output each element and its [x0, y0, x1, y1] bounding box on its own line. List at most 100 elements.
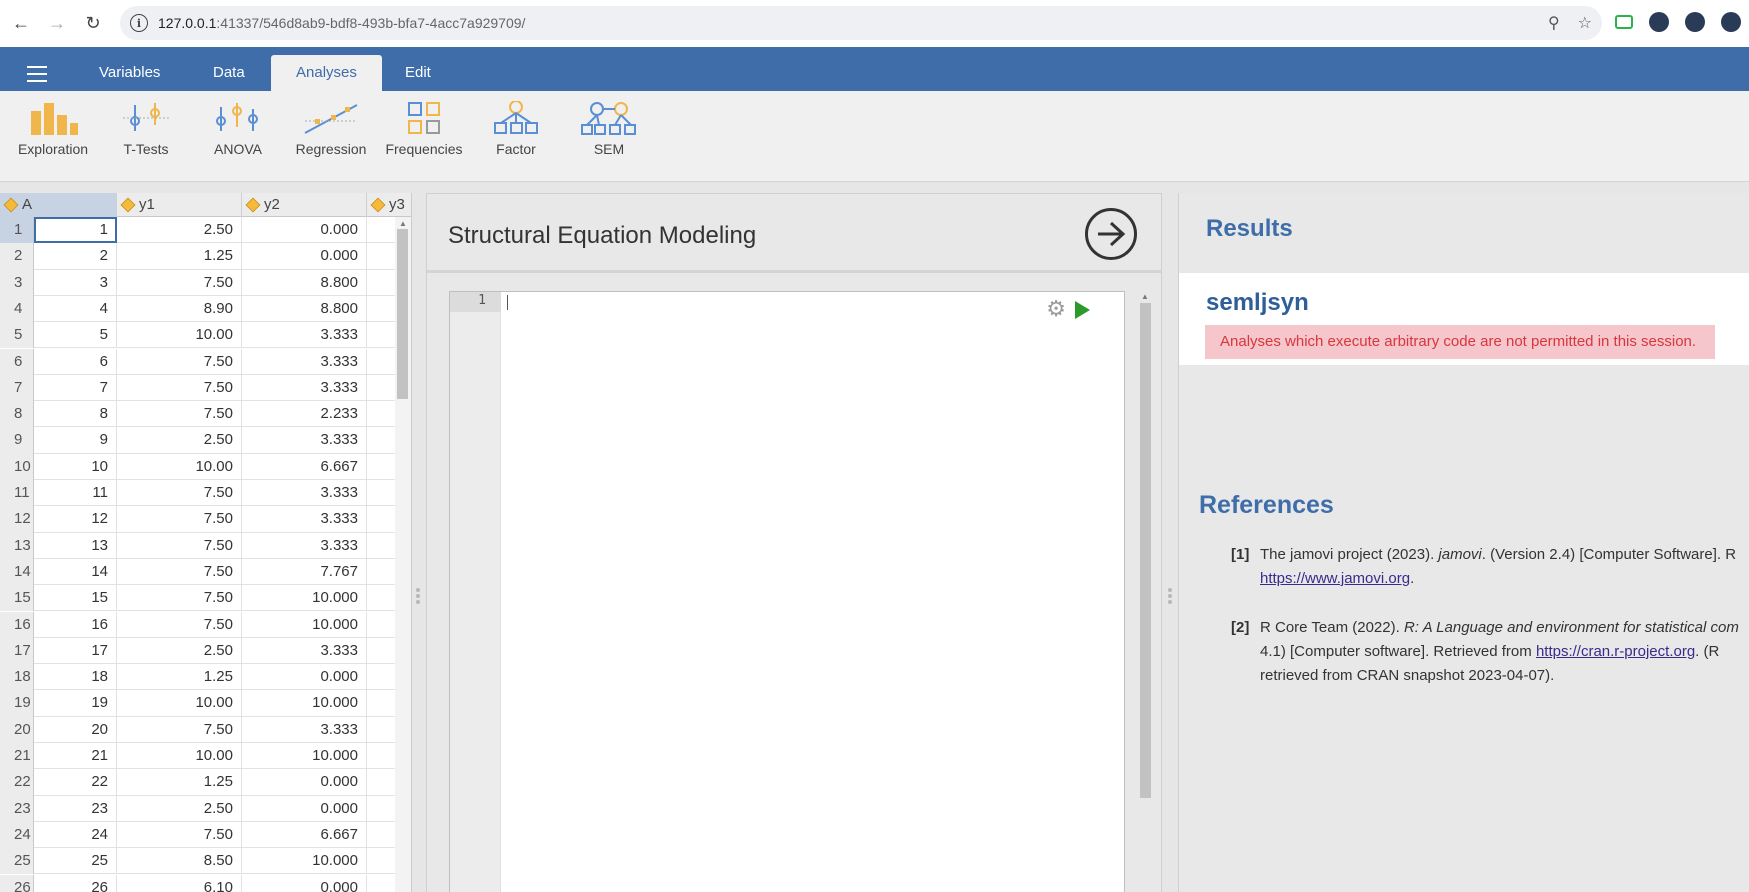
scrollbar-thumb[interactable]	[397, 229, 408, 399]
table-cell[interactable]: 25	[34, 848, 117, 875]
table-cell[interactable]: 2.50	[117, 795, 242, 822]
table-cell[interactable]: 16	[34, 611, 117, 638]
table-cell[interactable]: 6.667	[242, 453, 367, 480]
table-cell[interactable]: 21	[34, 743, 117, 770]
table-cell[interactable]: 26	[34, 874, 117, 892]
row-number[interactable]: 9	[0, 427, 34, 454]
extension-icon[interactable]	[1721, 12, 1741, 32]
sem-button[interactable]: SEM	[563, 101, 655, 157]
row-number[interactable]: 22	[0, 769, 34, 796]
row-number[interactable]: 24	[0, 821, 34, 849]
table-cell[interactable]: 10	[34, 453, 117, 480]
table-cell[interactable]: 7.50	[117, 716, 242, 743]
exploration-button[interactable]: Exploration	[7, 101, 99, 157]
regression-button[interactable]: Regression	[285, 101, 377, 157]
table-cell[interactable]: 23	[34, 795, 117, 822]
scroll-up-arrow-icon[interactable]: ▲	[399, 219, 407, 228]
row-number[interactable]: 1	[0, 217, 34, 244]
table-cell[interactable]: 1.25	[117, 664, 242, 691]
row-number[interactable]: 18	[0, 664, 34, 691]
extension-icon[interactable]	[1649, 12, 1669, 32]
row-number[interactable]: 17	[0, 637, 34, 665]
table-cell[interactable]: 2.50	[117, 217, 242, 244]
table-cell[interactable]: 6	[34, 348, 117, 375]
row-number[interactable]: 7	[0, 374, 34, 402]
table-cell[interactable]: 10.000	[242, 848, 367, 875]
table-cell[interactable]: 6.667	[242, 821, 367, 849]
table-cell[interactable]: 10.00	[117, 322, 242, 349]
row-number[interactable]: 8	[0, 401, 34, 428]
table-cell[interactable]: 3.333	[242, 480, 367, 507]
run-icon[interactable]	[1075, 301, 1090, 319]
table-cell[interactable]: 7.50	[117, 269, 242, 296]
analysis-scrollbar[interactable]: ▲	[1139, 291, 1152, 892]
row-number[interactable]: 4	[0, 295, 34, 323]
table-cell[interactable]: 7.767	[242, 558, 367, 586]
back-icon[interactable]: ←	[6, 9, 36, 39]
table-cell[interactable]: 0.000	[242, 217, 367, 244]
panel-splitter[interactable]	[415, 588, 421, 606]
syntax-editor[interactable]: 1 ⚙	[449, 291, 1125, 892]
row-number[interactable]: 25	[0, 848, 34, 875]
table-cell[interactable]: 22	[34, 769, 117, 796]
panel-splitter[interactable]	[1167, 588, 1173, 606]
table-cell[interactable]: 19	[34, 690, 117, 717]
table-cell[interactable]: 7.50	[117, 506, 242, 533]
table-cell[interactable]: 3.333	[242, 348, 367, 375]
site-info-icon[interactable]: i	[130, 14, 148, 32]
table-cell[interactable]: 14	[34, 558, 117, 586]
close-options-arrow-icon[interactable]	[1085, 208, 1137, 260]
frequencies-button[interactable]: Frequencies	[378, 101, 470, 157]
tab-analyses[interactable]: Analyses	[271, 55, 382, 91]
column-header[interactable]: y2	[242, 193, 367, 217]
table-cell[interactable]: 7.50	[117, 821, 242, 849]
row-number[interactable]: 14	[0, 558, 34, 586]
reload-icon[interactable]: ↻	[78, 9, 108, 39]
table-cell[interactable]: 3	[34, 269, 117, 296]
row-number[interactable]: 15	[0, 585, 34, 612]
anova-button[interactable]: ANOVA	[192, 101, 284, 157]
table-cell[interactable]: 7.50	[117, 374, 242, 402]
table-cell[interactable]: 7.50	[117, 585, 242, 612]
table-cell[interactable]: 8.800	[242, 269, 367, 296]
table-cell[interactable]: 17	[34, 637, 117, 665]
table-cell[interactable]: 7.50	[117, 611, 242, 638]
table-cell[interactable]: 3.333	[242, 532, 367, 559]
table-cell[interactable]: 24	[34, 821, 117, 849]
table-cell[interactable]: 0.000	[242, 664, 367, 691]
extension-icon[interactable]	[1615, 15, 1633, 29]
table-cell[interactable]: 13	[34, 532, 117, 559]
table-cell[interactable]: 8	[34, 401, 117, 428]
table-cell[interactable]: 7.50	[117, 401, 242, 428]
column-header[interactable]: y1	[117, 193, 242, 217]
table-cell[interactable]: 20	[34, 716, 117, 743]
reference-link[interactable]: https://www.jamovi.org	[1260, 570, 1410, 587]
table-cell[interactable]: 10.000	[242, 611, 367, 638]
table-cell[interactable]: 0.000	[242, 874, 367, 892]
row-number[interactable]: 19	[0, 690, 34, 717]
table-cell[interactable]: 9	[34, 427, 117, 454]
row-number[interactable]: 5	[0, 322, 34, 349]
row-number[interactable]: 3	[0, 269, 34, 296]
table-cell[interactable]: 1.25	[117, 769, 242, 796]
table-cell[interactable]: 11	[34, 480, 117, 507]
row-number[interactable]: 6	[0, 348, 34, 375]
analysis-result[interactable]: semljsyn Analyses which execute arbitrar…	[1179, 273, 1749, 365]
row-number[interactable]: 10	[0, 453, 34, 480]
table-cell[interactable]: 1	[34, 217, 117, 244]
column-header[interactable]: y3	[367, 193, 411, 217]
url-text[interactable]: 127.0.0.1:41337/546d8ab9-bdf8-493b-bfa7-…	[158, 15, 525, 31]
row-number[interactable]: 2	[0, 243, 34, 270]
row-number[interactable]: 12	[0, 506, 34, 533]
table-cell[interactable]: 0.000	[242, 795, 367, 822]
scroll-up-arrow-icon[interactable]: ▲	[1141, 292, 1149, 301]
column-header[interactable]: A	[0, 193, 117, 217]
table-cell[interactable]: 2.233	[242, 401, 367, 428]
table-cell[interactable]: 3.333	[242, 716, 367, 743]
row-number[interactable]: 26	[0, 874, 34, 892]
table-cell[interactable]: 2	[34, 243, 117, 270]
table-cell[interactable]: 1.25	[117, 243, 242, 270]
table-cell[interactable]: 10.000	[242, 585, 367, 612]
tab-data[interactable]: Data	[188, 55, 270, 91]
table-cell[interactable]: 12	[34, 506, 117, 533]
